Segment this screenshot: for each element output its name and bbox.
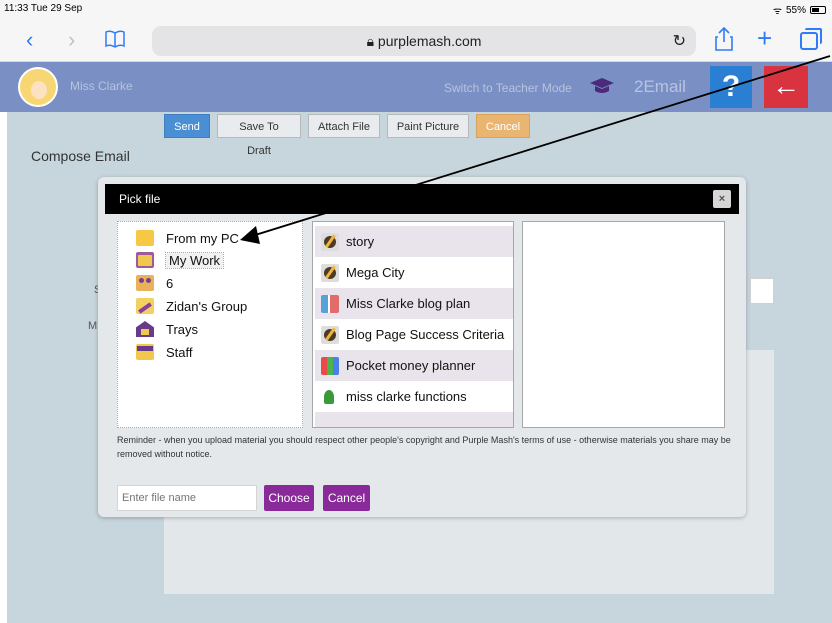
bookmarks-book-icon[interactable]	[104, 28, 126, 57]
help-button[interactable]: ?	[710, 66, 752, 108]
file-label: Blog Page Success Criteria	[346, 327, 505, 342]
dialog-cancel-button[interactable]: Cancel	[323, 485, 370, 511]
address-bar[interactable]: 🔒︎ purplemash.com ↻	[152, 26, 696, 56]
file-item-partial[interactable]	[315, 412, 513, 427]
class-group-icon	[136, 275, 154, 291]
file-label: story	[346, 234, 375, 249]
url-label: purplemash.com	[377, 33, 482, 49]
app-header: Miss Clarke Switch to Teacher Mode 2Emai…	[0, 62, 832, 112]
dialog-title: Pick file	[119, 192, 161, 206]
folder-label: From my PC	[166, 230, 239, 246]
lock-icon: 🔒︎	[366, 33, 375, 49]
graduation-cap-icon[interactable]	[589, 76, 615, 100]
file-label: Pocket money planner	[346, 358, 476, 373]
file-label: miss clarke functions	[346, 389, 467, 404]
write-icon	[321, 232, 339, 251]
back-arrow-icon[interactable]: ‹	[26, 26, 33, 54]
file-label: Miss Clarke blog plan	[346, 296, 471, 311]
choose-button[interactable]: Choose	[264, 485, 314, 511]
folder-list: From my PC My Work 6 Zidan's Group Trays…	[117, 221, 303, 428]
folder-item-my-work[interactable]: My Work	[136, 250, 225, 270]
blog-icon	[321, 294, 339, 313]
battery-percent: 55%	[785, 4, 806, 16]
send-button[interactable]: Send	[164, 114, 210, 138]
file-item-pocket-money-planner[interactable]: Pocket money planner	[315, 350, 513, 381]
folder-item-staff[interactable]: Staff	[136, 342, 193, 362]
group-icon	[136, 298, 154, 314]
file-preview-panel	[522, 221, 725, 428]
tabs-icon[interactable]	[800, 28, 822, 50]
folder-label: Trays	[166, 321, 199, 337]
folder-icon	[136, 230, 154, 246]
spreadsheet-icon	[321, 356, 339, 375]
my-work-folder-icon	[136, 252, 154, 268]
write-icon	[321, 263, 339, 282]
folder-label: Staff	[166, 344, 193, 360]
wifi-icon: ᯤ	[772, 6, 782, 17]
trays-icon	[136, 321, 154, 337]
folder-label: 6	[166, 275, 174, 291]
subject-input-partial[interactable]	[750, 278, 774, 304]
save-to-draft-button[interactable]: Save To Draft	[217, 114, 301, 157]
close-icon[interactable]: ×	[713, 190, 731, 208]
folder-label: Zidan's Group	[166, 298, 248, 314]
file-item-miss-clarke-functions[interactable]: miss clarke functions	[315, 381, 513, 412]
staff-icon	[136, 344, 154, 360]
attach-file-button[interactable]: Attach File	[308, 114, 380, 138]
folder-item-6[interactable]: 6	[136, 273, 173, 293]
folder-item-from-my-pc[interactable]: From my PC	[136, 228, 239, 248]
file-label: Mega City	[346, 265, 405, 280]
copyright-reminder: Reminder - when you upload material you …	[117, 435, 731, 459]
compose-cancel-button[interactable]: Cancel	[476, 114, 530, 138]
reload-icon[interactable]: ↻	[673, 31, 686, 51]
status-right: ᯤ 55%	[773, 3, 826, 17]
switch-teacher-mode-link[interactable]: Switch to Teacher Mode	[444, 81, 572, 95]
share-icon[interactable]	[714, 26, 734, 59]
app-name: 2Email	[634, 77, 686, 96]
file-item-story[interactable]: story	[315, 226, 513, 257]
file-item-miss-clarke-blog-plan[interactable]: Miss Clarke blog plan	[315, 288, 513, 319]
message-label-partial: M	[88, 320, 98, 332]
exit-back-button[interactable]: ←	[764, 66, 808, 108]
file-name-input[interactable]	[117, 485, 257, 511]
dialog-header: Pick file ×	[105, 184, 739, 214]
forward-arrow-icon[interactable]: ›	[68, 26, 75, 54]
new-tab-plus-icon[interactable]: +	[757, 24, 772, 52]
folder-item-trays[interactable]: Trays	[136, 319, 198, 339]
page-title: Compose Email	[31, 148, 130, 164]
code-icon	[321, 387, 339, 406]
status-time: 11:33 Tue 29 Sep	[4, 3, 83, 14]
url-text: 🔒︎ purplemash.com	[152, 33, 696, 50]
folder-item-zidans-group[interactable]: Zidan's Group	[136, 296, 247, 316]
browser-toolbar: ‹ › 🔒︎ purplemash.com ↻ +	[0, 20, 832, 62]
folder-label: My Work	[164, 251, 225, 269]
file-item-mega-city[interactable]: Mega City	[315, 257, 513, 288]
avatar[interactable]	[18, 67, 58, 107]
paint-picture-button[interactable]: Paint Picture	[387, 114, 469, 138]
write-icon	[321, 325, 339, 344]
battery-icon	[810, 6, 826, 14]
file-list[interactable]: story Mega City Miss Clarke blog plan Bl…	[312, 221, 514, 428]
file-item-blog-page-success-criteria[interactable]: Blog Page Success Criteria	[315, 319, 513, 350]
status-bar: 11:33 Tue 29 Sep ᯤ 55%	[0, 0, 832, 20]
user-name: Miss Clarke	[70, 79, 133, 93]
